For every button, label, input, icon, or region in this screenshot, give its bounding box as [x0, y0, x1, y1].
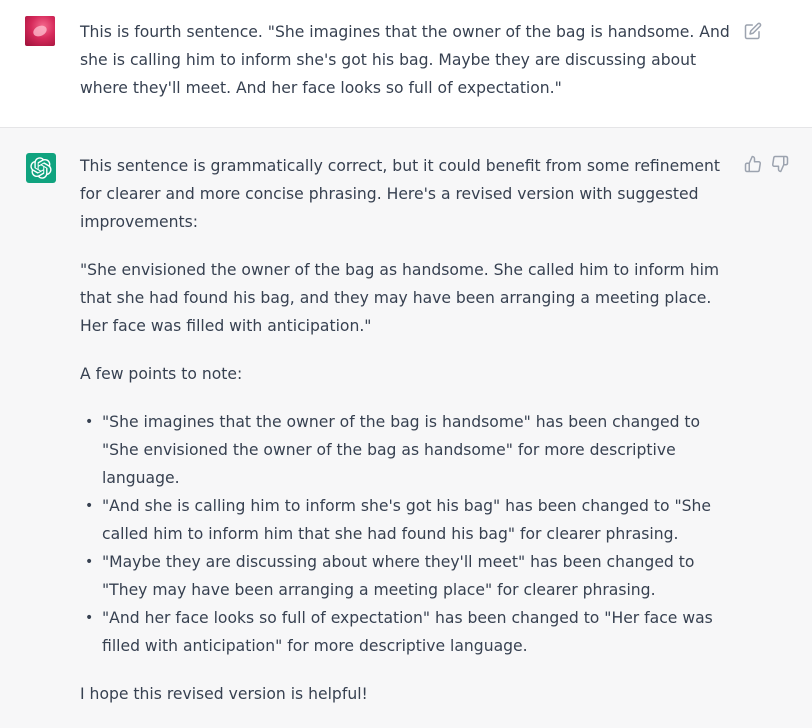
- points-list: • "She imagines that the owner of the bag…: [80, 408, 732, 660]
- user-message-text: This is fourth sentence. "She imagines t…: [80, 23, 730, 97]
- list-item-text: "And her face looks so full of expectati…: [102, 609, 713, 655]
- closing-paragraph: I hope this revised version is helpful!: [80, 685, 368, 703]
- bullet-icon: •: [85, 498, 94, 514]
- bullet-icon: •: [85, 414, 94, 430]
- openai-logo-icon: [26, 153, 56, 183]
- list-item-text: "She imagines that the owner of the bag …: [102, 413, 701, 487]
- list-item-text: "Maybe they are discussing about where t…: [102, 553, 695, 599]
- bullet-icon: •: [85, 610, 94, 626]
- bullet-icon: •: [85, 554, 94, 570]
- assistant-message-block: This sentence is grammatically correct, …: [0, 128, 812, 708]
- user-message-block: This is fourth sentence. "She imagines t…: [0, 0, 812, 128]
- list-item: • "And she is calling him to inform she's…: [85, 492, 732, 548]
- list-item: • "And her face looks so full of expectat…: [85, 604, 732, 660]
- user-avatar: [25, 16, 55, 46]
- points-heading: A few points to note:: [80, 365, 243, 383]
- list-item: • "Maybe they are discussing about where …: [85, 548, 732, 604]
- revised-paragraph: "She envisioned the owner of the bag as …: [80, 261, 720, 335]
- thumbs-up-icon[interactable]: [744, 155, 762, 173]
- intro-paragraph: This sentence is grammatically correct, …: [80, 157, 720, 231]
- thumbs-down-icon[interactable]: [771, 155, 789, 173]
- list-item-text: "And she is calling him to inform she's …: [102, 497, 712, 543]
- list-item: • "She imagines that the owner of the bag…: [85, 408, 732, 492]
- assistant-message-text: This sentence is grammatically correct, …: [80, 152, 732, 728]
- edit-icon[interactable]: [744, 22, 762, 40]
